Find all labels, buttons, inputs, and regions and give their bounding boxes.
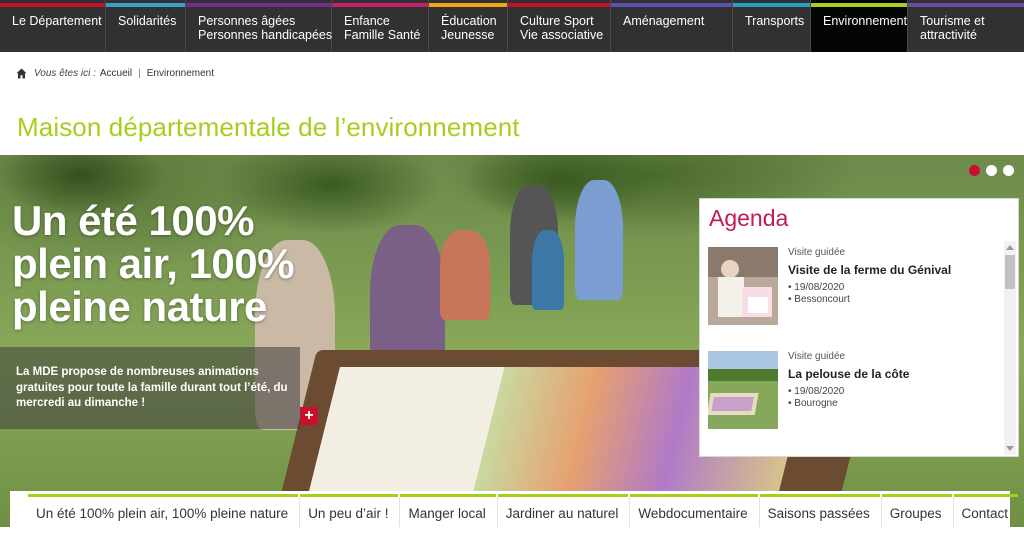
main-navigation: Le Département Solidarités Personnes âgé… bbox=[0, 0, 1024, 52]
hero-description: La MDE propose de nombreuses animations … bbox=[0, 347, 300, 429]
slider-dot-2[interactable] bbox=[986, 165, 997, 176]
agenda-event-date: • 19/08/2020 bbox=[788, 386, 845, 397]
nav-item-education[interactable]: Éducation Jeunesse bbox=[429, 0, 508, 52]
tab-label: Jardiner au naturel bbox=[505, 506, 619, 521]
tab-accent-bar bbox=[630, 494, 758, 497]
nav-item-environnement[interactable]: Environnement bbox=[811, 0, 908, 52]
slider-dot-3[interactable] bbox=[1003, 165, 1014, 176]
tab-contact[interactable]: Contact bbox=[953, 491, 1019, 527]
breadcrumb-current: Environnement bbox=[146, 68, 215, 79]
breadcrumb: Vous êtes ici : Accueil | Environnement bbox=[16, 68, 214, 79]
tab-label: Contact bbox=[961, 506, 1009, 521]
agenda-list: Visite guidée Visite de la ferme du Géni… bbox=[708, 247, 1004, 455]
agenda-event-title[interactable]: La pelouse de la côte bbox=[788, 367, 909, 381]
agenda-category: Visite guidée bbox=[788, 247, 846, 258]
tab-accent-bar bbox=[28, 494, 299, 497]
breadcrumb-home-link[interactable]: Accueil bbox=[100, 68, 132, 79]
nav-label: Tourisme et bbox=[920, 14, 985, 28]
nav-color-bar bbox=[186, 3, 331, 7]
nav-color-bar bbox=[106, 3, 185, 7]
nav-label-line2: attractivité bbox=[920, 28, 977, 42]
nav-item-culture[interactable]: Culture Sport Vie associative bbox=[508, 0, 611, 52]
tab-label: Un peu d’air ! bbox=[308, 506, 389, 521]
tab-ete-plein-air[interactable]: Un été 100% plein air, 100% pleine natur… bbox=[28, 491, 301, 527]
tab-webdocumentaire[interactable]: Webdocumentaire bbox=[630, 491, 760, 527]
tab-accent-bar bbox=[497, 494, 629, 497]
tab-jardiner-au-naturel[interactable]: Jardiner au naturel bbox=[497, 491, 631, 527]
nav-label: Le Département bbox=[12, 14, 102, 28]
agenda-event-place: • Bessoncourt bbox=[788, 294, 850, 305]
nav-label: Solidarités bbox=[118, 14, 177, 28]
page-title: Maison départementale de l’environnement bbox=[17, 112, 520, 142]
scroll-up-icon[interactable] bbox=[1006, 245, 1014, 250]
nav-item-departement[interactable]: Le Département bbox=[0, 0, 106, 52]
hero-hiker-figure bbox=[575, 180, 623, 300]
nav-label: Enfance bbox=[344, 14, 390, 28]
slider-dots bbox=[969, 165, 1014, 176]
agenda-item[interactable]: Visite guidée Visite de la ferme du Géni… bbox=[708, 247, 1004, 351]
hero-hiker-figure bbox=[532, 230, 564, 310]
scroll-down-icon[interactable] bbox=[1006, 446, 1014, 451]
nav-label-line2: Famille Santé bbox=[344, 28, 421, 42]
home-icon bbox=[16, 68, 27, 79]
nav-label: Aménagement bbox=[623, 14, 705, 28]
nav-item-personnes[interactable]: Personnes âgées Personnes handicapées bbox=[186, 0, 332, 52]
tab-accent-bar bbox=[300, 494, 399, 497]
section-tabs: Un été 100% plein air, 100% pleine natur… bbox=[10, 491, 1019, 527]
agenda-event-title[interactable]: Visite de la ferme du Génival bbox=[788, 263, 951, 277]
read-more-button[interactable]: + bbox=[300, 407, 318, 425]
agenda-panel: Agenda Visite guidée Visite de la ferme … bbox=[699, 198, 1019, 457]
tab-label: Saisons passées bbox=[767, 506, 870, 521]
tab-groupes[interactable]: Groupes bbox=[881, 491, 954, 527]
agenda-thumbnail bbox=[708, 247, 778, 325]
nav-label-line2: Jeunesse bbox=[441, 28, 495, 42]
nav-color-bar bbox=[611, 3, 732, 7]
nav-color-bar bbox=[429, 3, 507, 7]
tab-accent-bar bbox=[400, 494, 496, 497]
hero-hiker-figure bbox=[440, 230, 490, 320]
hero-headline: Un été 100% plein air, 100% pleine natur… bbox=[12, 197, 295, 330]
nav-item-tourisme[interactable]: Tourisme et attractivité bbox=[908, 0, 1024, 52]
nav-color-bar bbox=[908, 3, 1024, 7]
nav-item-transports[interactable]: Transports bbox=[733, 0, 811, 52]
tab-label: Webdocumentaire bbox=[638, 506, 748, 521]
slider-dot-1[interactable] bbox=[969, 165, 980, 176]
nav-label: Transports bbox=[745, 14, 805, 28]
breadcrumb-separator: | bbox=[138, 68, 141, 79]
agenda-thumbnail bbox=[708, 351, 778, 429]
agenda-event-place: • Bourogne bbox=[788, 398, 838, 409]
tab-label: Groupes bbox=[889, 506, 942, 521]
nav-color-bar bbox=[508, 3, 610, 7]
nav-item-amenagement[interactable]: Aménagement bbox=[611, 0, 733, 52]
tab-manger-local[interactable]: Manger local bbox=[400, 491, 498, 527]
agenda-event-date: • 19/08/2020 bbox=[788, 282, 845, 293]
tab-un-peu-d-air[interactable]: Un peu d’air ! bbox=[300, 491, 401, 527]
nav-color-bar bbox=[811, 3, 907, 7]
tab-accent-bar bbox=[881, 494, 952, 497]
tab-accent-bar bbox=[953, 494, 1019, 497]
agenda-category: Visite guidée bbox=[788, 351, 846, 362]
nav-label: Environnement bbox=[823, 14, 908, 28]
tab-label: Un été 100% plein air, 100% pleine natur… bbox=[36, 506, 289, 521]
nav-label-line2: Vie associative bbox=[520, 28, 604, 42]
nav-item-solidarites[interactable]: Solidarités bbox=[106, 0, 186, 52]
tab-label: Manger local bbox=[408, 506, 486, 521]
nav-item-enfance[interactable]: Enfance Famille Santé bbox=[332, 0, 429, 52]
nav-label-line2: Personnes handicapées bbox=[198, 28, 333, 42]
scrollbar-thumb[interactable] bbox=[1005, 255, 1015, 289]
agenda-item[interactable]: Visite guidée La pelouse de la côte • 19… bbox=[708, 351, 1004, 455]
nav-label: Culture Sport bbox=[520, 14, 594, 28]
agenda-title: Agenda bbox=[709, 205, 789, 231]
agenda-scrollbar[interactable] bbox=[1004, 241, 1016, 455]
nav-color-bar bbox=[0, 3, 105, 7]
nav-label: Éducation bbox=[441, 14, 497, 28]
breadcrumb-prefix: Vous êtes ici : bbox=[34, 68, 96, 79]
tab-saisons-passees[interactable]: Saisons passées bbox=[759, 491, 882, 527]
nav-color-bar bbox=[733, 3, 810, 7]
nav-label: Personnes âgées bbox=[198, 14, 296, 28]
nav-color-bar bbox=[332, 3, 428, 7]
tab-accent-bar bbox=[759, 494, 880, 497]
